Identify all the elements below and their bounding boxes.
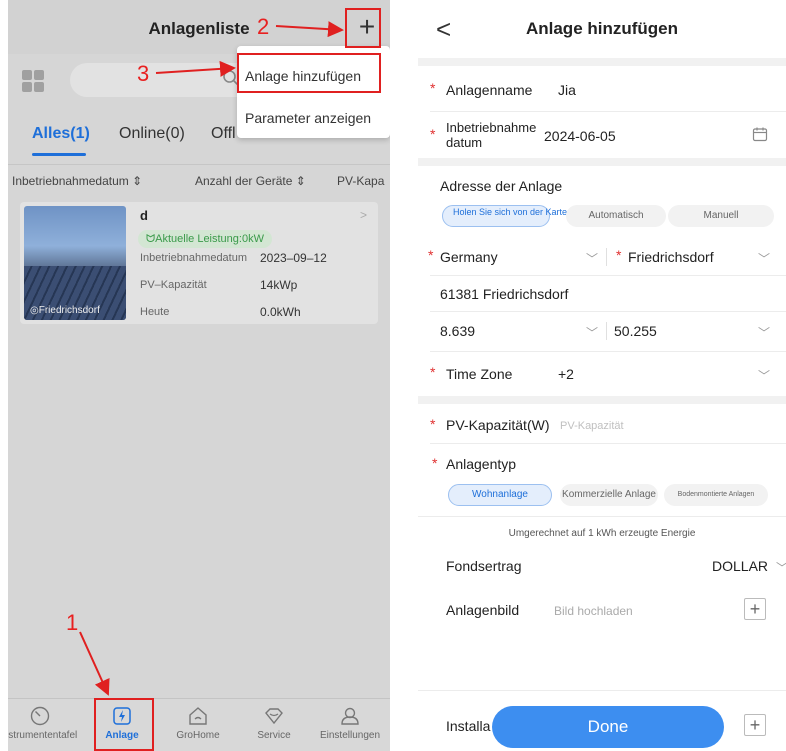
fund-yield-label: Fondsertrag xyxy=(446,558,522,574)
type-ground-mounted-button[interactable]: Bodenmontierte Anlagen xyxy=(664,484,768,506)
address-automatic-button[interactable]: Automatisch xyxy=(566,205,666,227)
type-commercial-button[interactable]: Kommerzielle Anlage xyxy=(560,484,658,506)
city-select[interactable]: Friedrichsdorf xyxy=(628,249,714,265)
currency-select[interactable]: DOLLAR xyxy=(712,558,768,574)
timezone-row: * Time Zone +2 ﹀ xyxy=(430,364,771,383)
postal-address-input[interactable]: 61381 Friedrichsdorf xyxy=(440,286,568,302)
address-label: Adresse der Anlage xyxy=(440,178,563,194)
pv-capacity-label: PV-Kapazität(W) xyxy=(446,417,550,433)
add-plant-screen: < Anlage hinzufügen * Anlagenname Jia * … xyxy=(418,0,786,751)
installer-label: Installa xyxy=(446,718,491,734)
country-city-row: * Germany ﹀ * Friedrichsdorf ﹀ xyxy=(418,238,786,276)
page-title: Anlage hinzufügen xyxy=(525,19,679,38)
plant-name-row: * Anlagenname Jia xyxy=(418,66,786,112)
pv-capacity-input[interactable]: PV-Kapazität xyxy=(560,420,624,432)
calendar-icon[interactable] xyxy=(752,126,768,142)
commission-date-input[interactable]: 2024-06-05 xyxy=(544,128,616,144)
done-button[interactable]: Done xyxy=(492,706,724,748)
timezone-select[interactable]: +2 xyxy=(558,366,574,382)
timezone-label: Time Zone xyxy=(446,366,513,382)
add-installer-button[interactable]: + xyxy=(744,714,766,736)
plant-type-label: Anlagentyp xyxy=(446,456,517,472)
pv-capacity-row: * PV-Kapazität(W) PV-Kapazität xyxy=(418,404,786,444)
longitude-input[interactable]: 8.639 xyxy=(440,323,475,339)
latitude-input[interactable]: 50.255 xyxy=(614,323,657,339)
type-residential-button[interactable]: Wohnanlage xyxy=(448,484,552,506)
commission-date-label: Inbetriebnahme datum xyxy=(446,120,537,150)
energy-note: Umgerechnet auf 1 kWh erzeugte Energie xyxy=(508,528,696,539)
annotation-arrows xyxy=(79,21,344,696)
plant-name-label: Anlagenname xyxy=(446,82,533,98)
coordinates-row: 8.639 ﹀ 50.255 ﹀ xyxy=(418,312,786,352)
postal-row: 61381 Friedrichsdorf xyxy=(418,276,786,312)
plant-name-input[interactable]: Jia xyxy=(558,82,576,98)
plant-list-screen: Anlagenliste + Alles(1) Online(0) Offl I… xyxy=(8,0,390,751)
plant-image-placeholder: Bild hochladen xyxy=(554,604,633,618)
commission-date-row: * Inbetriebnahme datum 2024-06-05 xyxy=(430,120,616,150)
country-select[interactable]: Germany xyxy=(440,249,498,265)
plant-image-label: Anlagenbild xyxy=(446,602,520,618)
upload-image-button[interactable]: + xyxy=(744,598,766,620)
address-manual-button[interactable]: Manuell xyxy=(668,205,774,227)
address-from-map-button[interactable]: Holen Sie sich von der Karte xyxy=(442,205,567,227)
